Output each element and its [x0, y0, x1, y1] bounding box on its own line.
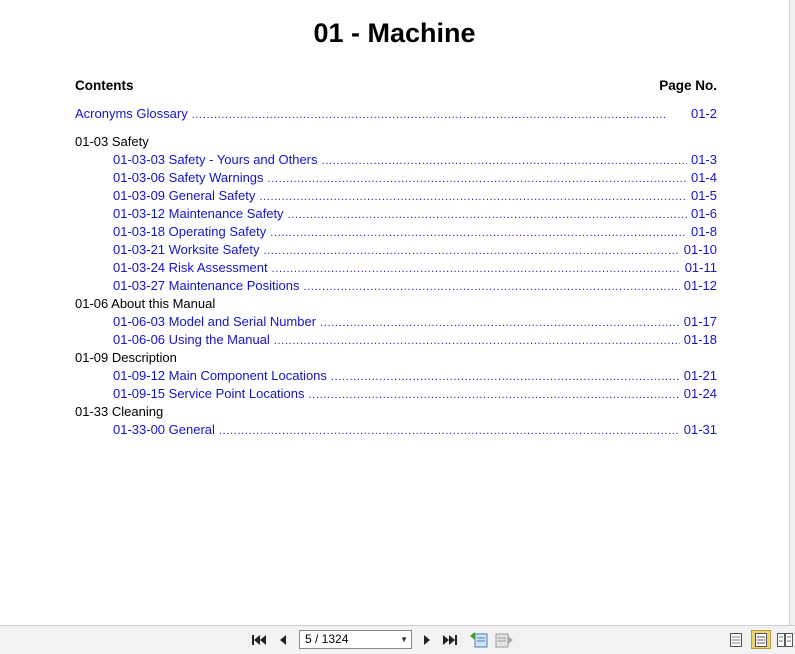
toc-page-number: 01-24: [683, 386, 717, 401]
next-page-icon[interactable]: [419, 631, 435, 649]
toc-entry-link[interactable]: 01-03-06 Safety Warnings 01-4: [75, 169, 717, 187]
page-indicator: 5 / 1324: [305, 632, 349, 646]
dot-leader: [322, 152, 687, 170]
toc-page-number: 01-4: [690, 170, 717, 185]
document-page: 01 - Machine Contents Page No. Acronyms …: [0, 0, 789, 625]
contents-header: Contents: [75, 78, 134, 93]
go-forward-icon[interactable]: [495, 631, 513, 649]
toc-page-number: 01-17: [683, 314, 717, 329]
toc-entry-label: 01-06-06 Using the Manual: [113, 332, 270, 347]
toc-entry-label: Acronyms Glossary: [75, 106, 188, 121]
toc-entry-link[interactable]: 01-03-18 Operating Safety 01-8: [75, 223, 717, 241]
dot-leader: [274, 332, 680, 350]
toc-entry-label: 01-03-18 Operating Safety: [113, 224, 267, 239]
go-back-icon[interactable]: [470, 631, 488, 649]
toc-entry-link[interactable]: 01-06-06 Using the Manual 01-18: [75, 331, 717, 349]
toc-section-label: 01-06 About this Manual: [75, 296, 216, 311]
dot-leader: [192, 106, 687, 124]
toc-page-number: 01-21: [683, 368, 717, 383]
toc-entry-label: 01-33-00 General: [113, 422, 215, 437]
toc-entry-link[interactable]: 01-09-15 Service Point Locations 01-24: [75, 385, 717, 403]
toc-entry-label: 01-03-03 Safety - Yours and Others: [113, 152, 318, 167]
toc-entry-link[interactable]: 01-03-24 Risk Assessment 01-11: [75, 259, 717, 277]
previous-page-icon[interactable]: [275, 631, 291, 649]
toc-entry-label: 01-09-15 Service Point Locations: [113, 386, 305, 401]
dot-leader: [268, 170, 687, 188]
toc-page-number: 01-11: [684, 260, 717, 275]
toc-page-number: 01-6: [690, 206, 717, 221]
last-page-icon[interactable]: [442, 631, 458, 649]
toc-entry-label: 01-03-24 Risk Assessment: [113, 260, 268, 275]
toc-page-number: 01-31: [683, 422, 717, 437]
toc-section-label: 01-03 Safety: [75, 134, 149, 149]
viewer-toolbar: 5 / 1324 ▼: [0, 625, 795, 654]
toc-page-number: 01-8: [690, 224, 717, 239]
page-no-header: Page No.: [659, 78, 717, 93]
toc-entry-label: 01-09-12 Main Component Locations: [113, 368, 327, 383]
page-number-select[interactable]: 5 / 1324 ▼: [299, 630, 412, 649]
toc-entry-link[interactable]: 01-03-27 Maintenance Positions 01-12: [75, 277, 717, 295]
toc-section-label: 01-09 Description: [75, 350, 177, 365]
single-page-view-icon[interactable]: [726, 630, 746, 649]
dot-leader: [272, 260, 681, 278]
toc-page-number: 01-12: [683, 278, 717, 293]
page-title: 01 - Machine: [313, 18, 476, 48]
toc-page-number: 01-3: [690, 152, 717, 167]
continuous-view-icon[interactable]: [751, 630, 771, 649]
toc-section-heading: 01-06 About this Manual: [75, 295, 717, 313]
toc-entry-link[interactable]: 01-33-00 General 01-31: [75, 421, 717, 439]
first-page-icon[interactable]: [251, 631, 267, 649]
dot-leader: [320, 314, 680, 332]
dot-leader: [303, 278, 679, 296]
dot-leader: [259, 188, 687, 206]
toc-section-heading: 01-09 Description: [75, 349, 717, 367]
toc-section-label: 01-33 Cleaning: [75, 404, 164, 419]
dot-leader: [263, 242, 679, 260]
toc-entry-label: 01-03-27 Maintenance Positions: [113, 278, 300, 293]
toc-entry-link[interactable]: 01-03-12 Maintenance Safety 01-6: [75, 205, 717, 223]
toc-entry-label: 01-03-21 Worksite Safety: [113, 242, 260, 257]
dot-leader: [219, 422, 680, 440]
toc-section-heading: 01-03 Safety: [75, 133, 717, 151]
toc-entry-label: 01-03-06 Safety Warnings: [113, 170, 264, 185]
toc-entry-link[interactable]: Acronyms Glossary 01-2: [75, 105, 717, 123]
two-page-view-icon[interactable]: [775, 630, 795, 649]
dot-leader: [270, 224, 687, 242]
toc-entry-link[interactable]: 01-06-03 Model and Serial Number 01-17: [75, 313, 717, 331]
toc-section-heading: 01-33 Cleaning: [75, 403, 717, 421]
toc-page-number: 01-18: [683, 332, 717, 347]
toc-page-number: 01-2: [690, 106, 717, 121]
dot-leader: [288, 206, 687, 224]
dot-leader: [331, 368, 680, 386]
toc-entry-label: 01-06-03 Model and Serial Number: [113, 314, 317, 329]
toc-entry-label: 01-03-12 Maintenance Safety: [113, 206, 284, 221]
toc-entry-link[interactable]: 01-03-09 General Safety 01-5: [75, 187, 717, 205]
toc-entry-link[interactable]: 01-03-03 Safety - Yours and Others 01-3: [75, 151, 717, 169]
toc-page-number: 01-5: [690, 188, 717, 203]
toc-page-number: 01-10: [683, 242, 717, 257]
toc-entry-label: 01-03-09 General Safety: [113, 188, 256, 203]
chevron-down-icon: ▼: [400, 635, 408, 644]
toc-entry-link[interactable]: 01-09-12 Main Component Locations 01-21: [75, 367, 717, 385]
toc-entry-link[interactable]: 01-03-21 Worksite Safety 01-10: [75, 241, 717, 259]
table-of-contents: Acronyms Glossary 01-2 01-03 Safety 01-03-0…: [75, 105, 717, 439]
dot-leader: [309, 386, 680, 404]
vertical-scrollbar[interactable]: [789, 0, 795, 625]
